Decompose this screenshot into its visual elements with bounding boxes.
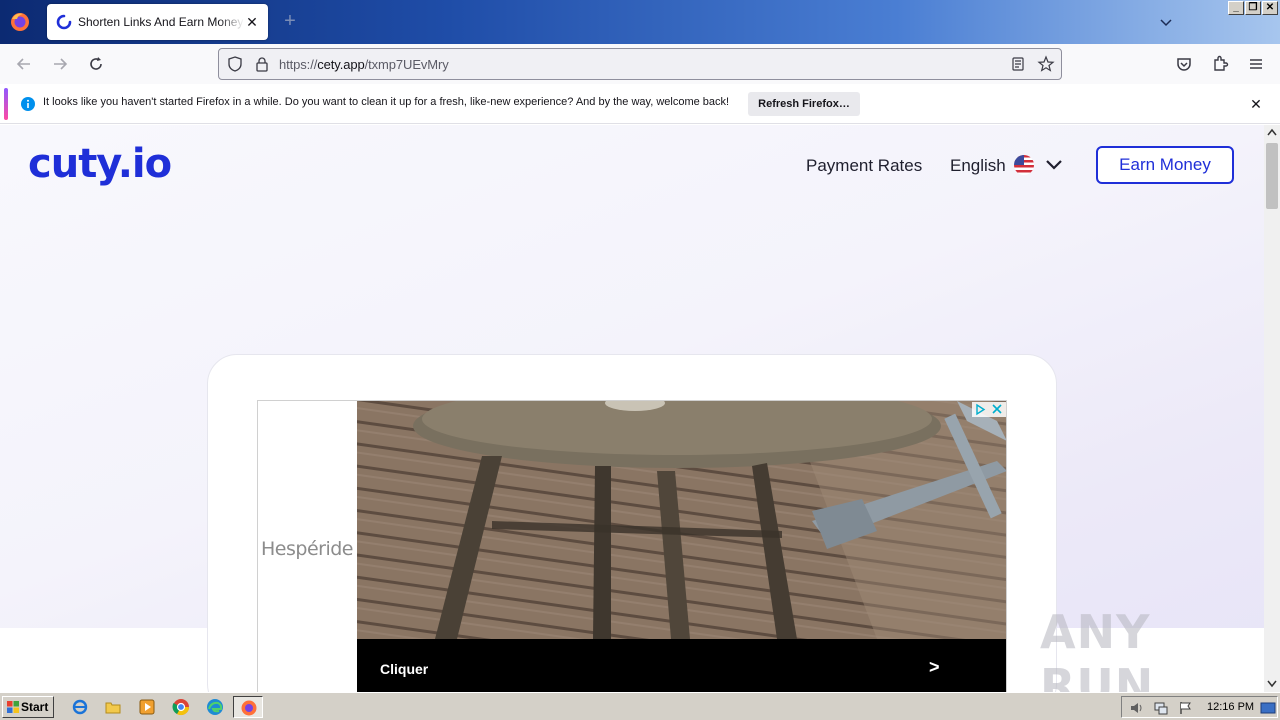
info-icon [21,97,35,111]
shield-icon[interactable] [227,56,243,72]
new-tab-button[interactable]: + [280,11,300,31]
chevron-down-icon[interactable] [1044,155,1064,175]
url-domain: cety.app [317,57,365,72]
ad-brand-logo[interactable]: Hespéride [258,538,356,560]
file-explorer-icon[interactable] [104,698,122,716]
show-desktop-icon[interactable] [1260,700,1276,716]
lock-icon[interactable] [254,56,270,72]
refresh-firefox-button[interactable]: Refresh Firefox… [748,92,860,116]
firefox-taskbar-icon [241,700,257,716]
scroll-thumb[interactable] [1266,143,1278,209]
close-window-button[interactable]: ✕ [1262,1,1278,15]
site-logo[interactable]: cuty.io [28,141,172,187]
navigation-toolbar: https://cety.app/txmp7UEvMry [0,44,1280,84]
internet-explorer-icon[interactable] [71,698,89,716]
url-text[interactable]: https://cety.app/txmp7UEvMry [279,57,449,72]
ad-cta-arrow-icon[interactable]: > [929,657,940,678]
ad-cta-bar[interactable]: Cliquer > [357,639,1006,692]
title-bar: Shorten Links And Earn Money | cuty.io ✕… [0,0,1280,44]
windows-logo-icon [7,701,19,713]
address-bar[interactable]: https://cety.app/txmp7UEvMry [218,48,1062,80]
taskbar-firefox-button[interactable] [233,696,263,718]
firefox-icon[interactable] [8,10,32,34]
notification-message: It looks like you haven't started Firefo… [43,96,730,108]
system-tray: 12:16 PM [1121,696,1278,718]
minimize-button[interactable]: _ [1228,1,1244,15]
nav-link-payment-rates[interactable]: Payment Rates [806,156,922,176]
url-path: /txmp7UEvMry [364,57,449,72]
restore-button[interactable]: ❐ [1245,1,1261,15]
reload-icon[interactable] [86,54,106,74]
forward-icon[interactable] [50,54,70,74]
us-flag-icon[interactable] [1014,155,1034,175]
bookmark-star-icon[interactable] [1037,55,1055,73]
back-icon[interactable] [14,54,34,74]
start-label: Start [21,700,49,714]
chrome-icon[interactable] [172,698,190,716]
tab-close-icon[interactable]: ✕ [244,14,260,30]
notification-accent [4,88,8,120]
notification-close-icon[interactable]: ✕ [1248,96,1264,112]
taskbar-clock[interactable]: 12:16 PM [1207,701,1254,713]
tab-loading-icon [56,14,72,30]
action-center-flag-icon[interactable] [1177,700,1193,716]
reader-view-icon[interactable] [1010,56,1026,72]
ad-cta-label[interactable]: Cliquer [380,661,428,677]
network-icon[interactable] [1153,700,1169,716]
ad-choices-icon[interactable] [972,402,1006,417]
edge-icon[interactable] [206,698,224,716]
tab-active[interactable]: Shorten Links And Earn Money | cuty.io ✕ [47,4,268,40]
earn-money-button[interactable]: Earn Money [1096,146,1234,184]
hamburger-menu-icon[interactable] [1246,54,1266,74]
extensions-icon[interactable] [1210,54,1230,74]
windows-taskbar: Start 12:16 PM [0,692,1280,720]
tab-title: Shorten Links And Earn Money | cuty.io [78,15,244,29]
media-player-icon[interactable] [138,698,156,716]
volume-icon[interactable] [1129,700,1145,716]
url-scheme: https:// [279,57,318,72]
scroll-up-icon[interactable] [1267,128,1277,136]
language-selector-label[interactable]: English [950,156,1006,176]
pocket-icon[interactable] [1174,54,1194,74]
ad-image[interactable] [357,401,1007,639]
start-button[interactable]: Start [2,696,54,718]
notification-bar: It looks like you haven't started Firefo… [0,84,1280,124]
advertisement[interactable]: Hespéride Cliquer > [257,400,1007,692]
tab-list-chevron-icon[interactable] [1158,14,1174,30]
